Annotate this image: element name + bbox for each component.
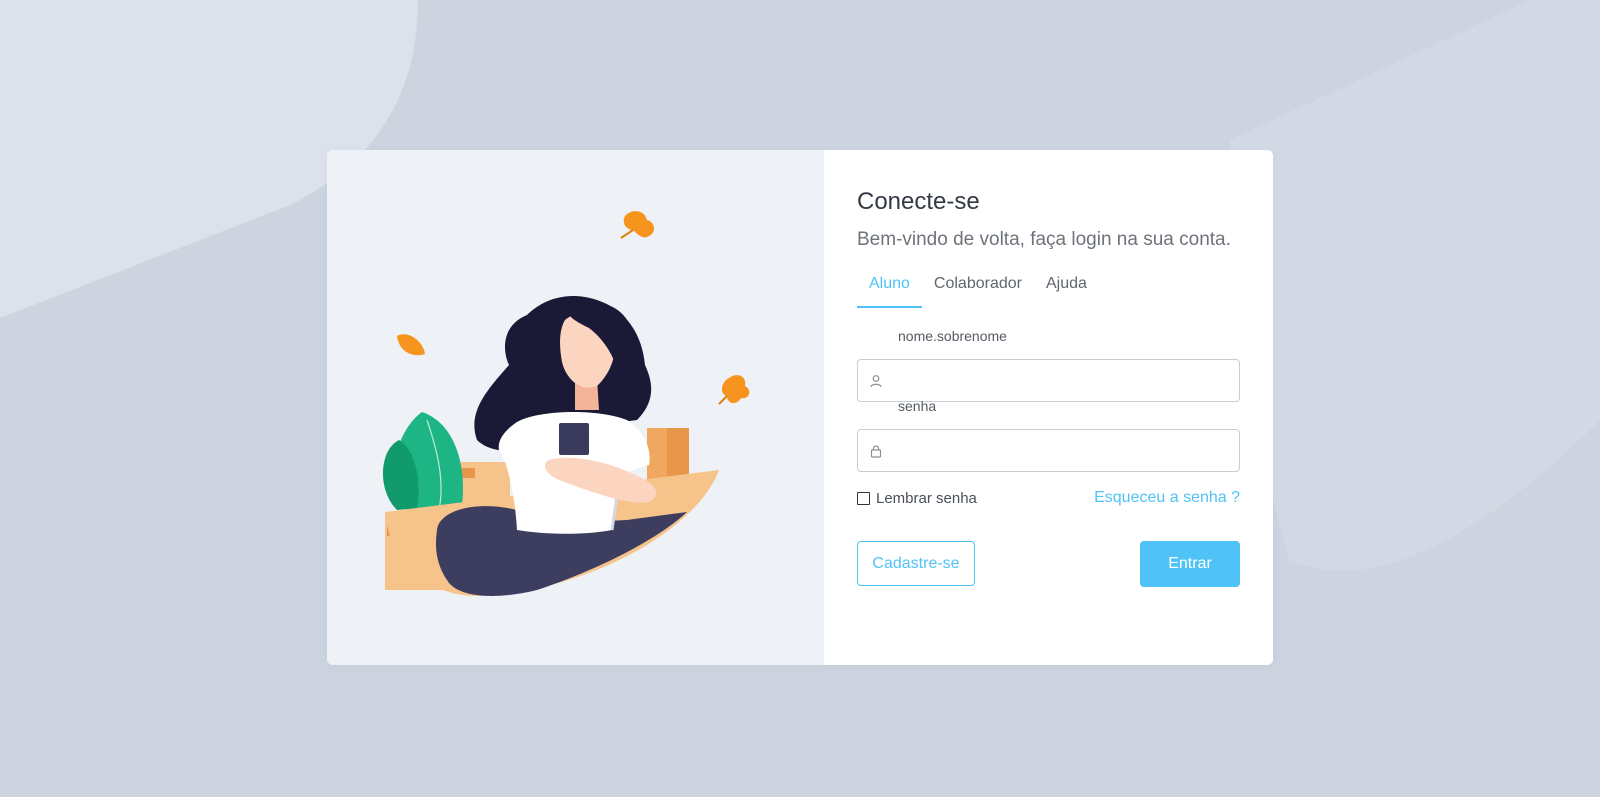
password-field[interactable] [857,429,1240,472]
tab-ajuda[interactable]: Ajuda [1034,266,1099,306]
password-input[interactable] [892,430,1232,471]
falling-leaf-1 [620,211,655,239]
username-field[interactable] [857,359,1240,402]
plant [382,412,463,511]
phone [559,423,589,455]
login-form: Conecte-se Bem-vindo de volta, faça logi… [824,150,1273,665]
user-icon [868,373,884,389]
remember-label: Lembrar senha [876,490,977,507]
tab-colaborador[interactable]: Colaborador [922,266,1034,306]
falling-leaf-3 [718,375,750,405]
page-subtitle: Bem-vindo de volta, faça login na sua co… [857,229,1231,250]
remember-checkbox[interactable] [857,492,870,505]
login-tabs: Aluno Colaborador Ajuda [857,266,1099,308]
login-card: Conecte-se Bem-vindo de volta, faça logi… [327,150,1273,665]
username-input[interactable] [892,360,1232,401]
username-label: nome.sobrenome [898,328,1007,344]
woman-with-phone-illustration [382,211,750,596]
password-label: senha [898,398,937,414]
page-title: Conecte-se [857,188,980,215]
remember-password[interactable]: Lembrar senha [857,490,977,507]
register-button[interactable]: Cadastre-se [857,541,975,586]
lock-icon [868,443,884,459]
falling-leaf-2 [397,334,425,356]
tab-aluno[interactable]: Aluno [857,266,922,308]
illustration-panel [327,150,824,665]
forgot-password-link[interactable]: Esqueceu a senha ? [1094,489,1240,507]
login-button[interactable]: Entrar [1140,541,1240,587]
